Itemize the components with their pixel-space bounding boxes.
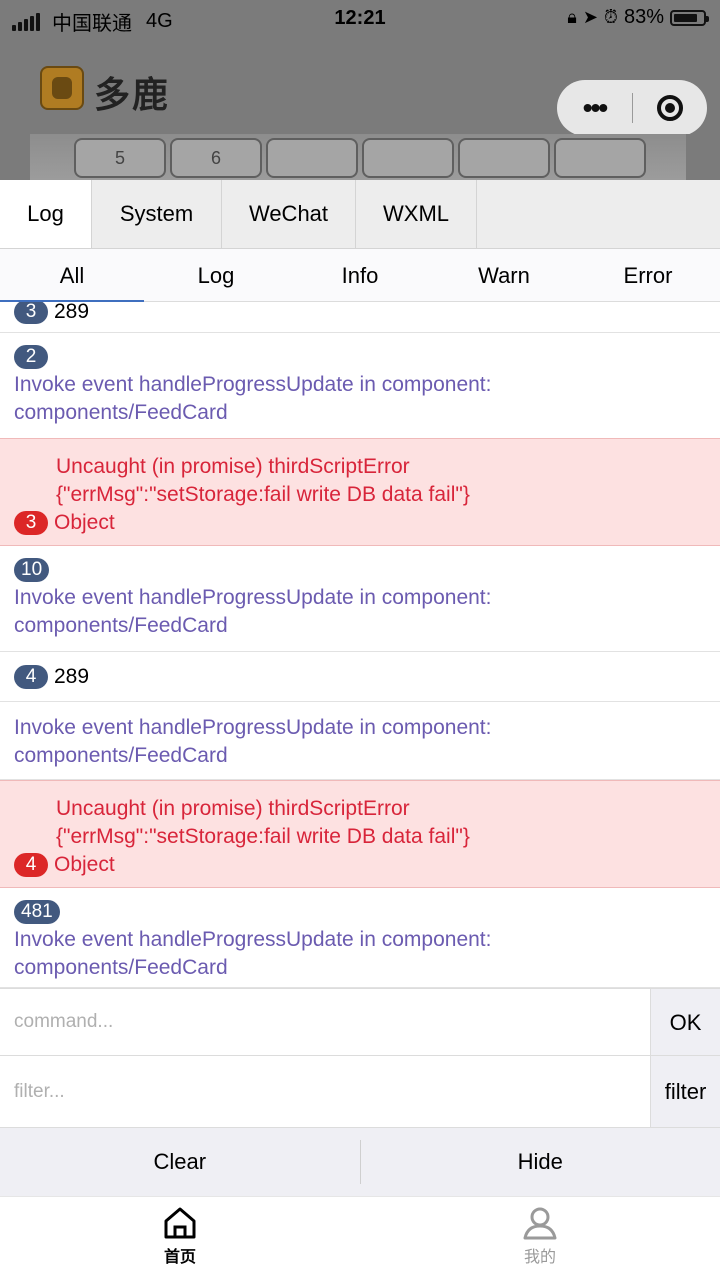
log-text: Invoke event handleProgressUpdate in com… <box>14 928 492 951</box>
log-text: components/FeedCard <box>14 401 228 424</box>
battery-icon <box>670 9 709 26</box>
keyboard-key <box>266 138 358 178</box>
subtab-warn[interactable]: Warn <box>432 249 576 301</box>
console-toolbar: Clear Hide <box>0 1128 720 1196</box>
log-entry: Invoke event handleProgressUpdate in com… <box>0 702 720 780</box>
keyboard-key <box>458 138 550 178</box>
console-tabs: Log System WeChat WXML <box>0 180 720 249</box>
alarm-icon: ⏰︎ <box>603 7 618 27</box>
tab-mine[interactable]: 我的 <box>360 1197 720 1280</box>
error-text: Uncaught (in promise) thirdScriptError <box>56 797 410 820</box>
location-icon: ➤ <box>582 7 598 27</box>
app-logo <box>40 66 84 110</box>
log-text: Invoke event handleProgressUpdate in com… <box>14 716 492 739</box>
repeat-count-badge: 481 <box>14 900 60 925</box>
vconsole-panel: Log System WeChat WXML All Log Info Warn… <box>0 180 720 1196</box>
more-options-button[interactable]: ••• <box>557 80 632 136</box>
tab-wxml[interactable]: WXML <box>356 180 477 248</box>
keyboard-key <box>554 138 646 178</box>
filter-button[interactable]: filter <box>650 1056 720 1127</box>
repeat-count-badge: 2 <box>14 345 48 370</box>
log-entry: 4 289 <box>0 652 720 702</box>
filter-bar: filter <box>0 1056 720 1128</box>
clear-button[interactable]: Clear <box>0 1128 360 1196</box>
command-bar: OK <box>0 988 720 1056</box>
command-input[interactable] <box>0 989 650 1055</box>
tab-home-label: 首页 <box>163 1247 196 1266</box>
subtab-info[interactable]: Info <box>288 249 432 301</box>
close-mini-program-button[interactable] <box>633 95 707 121</box>
log-list[interactable]: 3 289 2 Invoke event handleProgressUpdate… <box>0 302 720 988</box>
error-text: Uncaught (in promise) thirdScriptError <box>56 455 410 478</box>
mini-program-capsule: ••• <box>557 80 707 136</box>
keyboard-key <box>362 138 454 178</box>
user-icon <box>523 1207 557 1240</box>
ok-button[interactable]: OK <box>650 989 720 1055</box>
error-object-link[interactable]: Object <box>54 853 115 876</box>
battery-percent: 83% <box>623 6 664 28</box>
log-text: 289 <box>54 302 90 323</box>
repeat-count-badge: 4 <box>14 853 48 878</box>
subtab-all[interactable]: All <box>0 249 144 302</box>
keyboard-key: 5 <box>74 138 166 178</box>
log-text: Invoke event handleProgressUpdate in com… <box>14 373 492 396</box>
hide-button[interactable]: Hide <box>361 1128 720 1196</box>
bottom-tab-bar: 首页 我的 <box>0 1196 720 1280</box>
tab-home[interactable]: 首页 <box>0 1197 360 1280</box>
keyboard-key: 6 <box>170 138 262 178</box>
log-entry: 3 289 <box>0 302 720 333</box>
app-title: 多鹿 <box>94 74 171 115</box>
tab-system[interactable]: System <box>92 180 222 248</box>
tab-wechat[interactable]: WeChat <box>222 180 356 248</box>
error-entry: Uncaught (in promise) thirdScriptError {… <box>0 438 720 546</box>
tab-mine-label: 我的 <box>523 1247 556 1266</box>
repeat-count-badge: 4 <box>14 665 48 690</box>
error-object-link[interactable]: Object <box>54 511 115 534</box>
error-text: {"errMsg":"setStorage:fail write DB data… <box>56 825 470 848</box>
log-entry: 10 Invoke event handleProgressUpdate in … <box>0 546 720 652</box>
repeat-count-badge: 3 <box>14 302 48 325</box>
feed-image-strip: 5 6 <box>0 134 720 180</box>
home-icon <box>164 1207 196 1239</box>
tab-log[interactable]: Log <box>0 180 92 248</box>
log-text: components/FeedCard <box>14 614 228 637</box>
status-bar: 中国联通 4G 12:21 🔒︎ ➤ ⏰︎ 83% <box>0 0 720 38</box>
subtab-log[interactable]: Log <box>144 249 288 301</box>
log-text: components/FeedCard <box>14 956 228 979</box>
target-icon <box>657 95 683 121</box>
log-entry: 2 Invoke event handleProgressUpdate in c… <box>0 333 720 439</box>
log-filter-tabs: All Log Info Warn Error <box>0 249 720 302</box>
log-text: Invoke event handleProgressUpdate in com… <box>14 586 492 609</box>
subtab-error[interactable]: Error <box>576 249 720 301</box>
log-text: 289 <box>54 665 90 688</box>
log-entry: 481 Invoke event handleProgressUpdate in… <box>0 888 720 988</box>
app-header: 多鹿 ••• <box>0 38 720 136</box>
log-text: components/FeedCard <box>14 744 228 767</box>
repeat-count-badge: 10 <box>14 558 50 583</box>
repeat-count-badge: 3 <box>14 511 48 536</box>
filter-input[interactable] <box>0 1056 650 1127</box>
error-text: {"errMsg":"setStorage:fail write DB data… <box>56 483 470 506</box>
feed-image: 5 6 <box>30 134 686 180</box>
rotation-lock-icon: 🔒︎ <box>567 7 577 27</box>
error-entry: Uncaught (in promise) thirdScriptError {… <box>0 780 720 888</box>
